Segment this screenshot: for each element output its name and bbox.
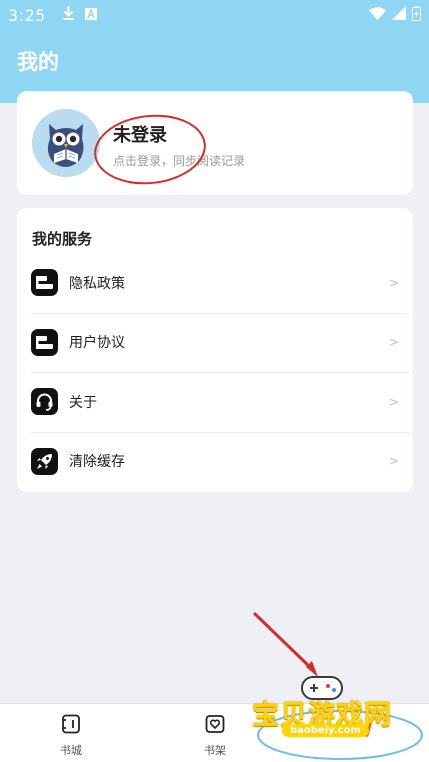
headset-icon [31, 388, 58, 416]
chevron-right-icon: > [388, 335, 399, 350]
nav-tab-label: 书城 [60, 744, 82, 757]
rocket-icon [31, 447, 58, 475]
document-icon [31, 328, 58, 356]
wifi-icon [369, 6, 386, 24]
service-item-label: 隐私政策 [69, 275, 125, 292]
nav-tab-label: 书架 [204, 744, 226, 757]
nav-tab-bookstore[interactable]: 书城 [31, 704, 111, 762]
profile-card[interactable]: 未登录 点击登录，同步阅读记录 [17, 91, 413, 195]
nav-tab-bookshelf[interactable]: 书架 [175, 704, 255, 762]
services-card: 我的服务 隐私政策 > 用户协议 > 关于 > 清除缓存 > [17, 208, 413, 492]
bookstore-icon [61, 714, 81, 734]
chevron-right-icon: > [388, 394, 399, 409]
chevron-right-icon: > [388, 454, 399, 469]
battery-icon [412, 5, 421, 25]
chevron-right-icon: > [388, 275, 399, 290]
services-title: 我的服务 [32, 230, 93, 248]
a-notification-icon [84, 6, 97, 24]
service-item-label: 清除缓存 [69, 454, 125, 471]
signal-icon [392, 6, 406, 24]
service-item-clear-cache[interactable]: 清除缓存 > [17, 431, 413, 492]
nav-tab-label: 我的 [347, 744, 369, 757]
services-list: 隐私政策 > 用户协议 > 关于 > 清除缓存 > [17, 253, 413, 491]
document-icon [31, 269, 58, 297]
service-item-label: 用户协议 [69, 335, 125, 352]
status-bar: 3:25 [0, 0, 429, 30]
watermark-url: baobeiy.com [282, 724, 369, 737]
bookshelf-icon [205, 714, 225, 734]
page-title: 我的 [17, 50, 59, 74]
service-item-privacy-policy[interactable]: 隐私政策 > [17, 253, 413, 313]
owl-avatar-icon[interactable] [32, 109, 100, 177]
service-item-about[interactable]: 关于 > [17, 372, 413, 432]
status-time: 3:25 [8, 5, 46, 25]
service-item-label: 关于 [69, 394, 97, 411]
service-item-user-agreement[interactable]: 用户协议 > [17, 312, 413, 373]
download-icon [62, 6, 75, 24]
